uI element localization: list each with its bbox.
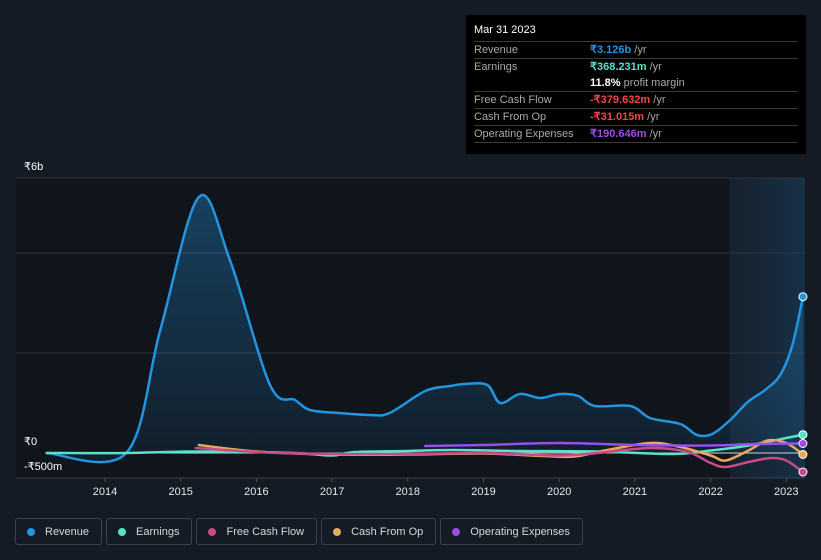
legend: Revenue Earnings Free Cash Flow Cash From O… bbox=[15, 518, 583, 545]
tooltip-value-unit: /yr bbox=[650, 94, 666, 106]
x-tick-label: 2022 bbox=[698, 486, 722, 498]
tooltip-value-unit: /yr bbox=[631, 44, 647, 56]
x-tick-label: 2020 bbox=[547, 486, 571, 498]
tooltip-value-number: 11.8% bbox=[590, 77, 621, 89]
tooltip-row-value: ₹190.646m /yr bbox=[590, 126, 662, 142]
legend-label: Cash From Op bbox=[351, 525, 424, 538]
tooltip-row-label: Earnings bbox=[474, 61, 518, 73]
tooltip-row: Cash From Op -₹31.015m /yr bbox=[474, 109, 798, 126]
legend-dot-icon bbox=[27, 527, 35, 536]
tooltip-row: 11.8% profit margin bbox=[474, 75, 798, 92]
cash-from-op-endpoint-marker bbox=[798, 450, 808, 459]
tooltip-row: Operating Expenses ₹190.646m /yr bbox=[474, 126, 798, 143]
legend-label: Revenue bbox=[45, 525, 90, 538]
tooltip-row-label: Cash From Op bbox=[474, 111, 547, 123]
tooltip-row-value: -₹379.632m /yr bbox=[590, 92, 666, 108]
legend-item-operating-expenses[interactable]: Operating Expenses bbox=[440, 518, 583, 545]
tooltip-value-number: ₹190.646m bbox=[590, 128, 647, 140]
y-label-bottom: -₹500m bbox=[24, 461, 62, 473]
legend-dot-icon bbox=[333, 527, 342, 536]
earnings-endpoint-marker bbox=[798, 430, 808, 440]
tooltip-value-number: ₹368.231m bbox=[590, 61, 647, 73]
tooltip-value-unit: /yr bbox=[644, 111, 660, 123]
tooltip-value-number: -₹31.015m bbox=[590, 111, 645, 123]
legend-item-cash-from-op[interactable]: Cash From Op bbox=[321, 518, 437, 545]
y-label-top: ₹6b bbox=[24, 161, 43, 173]
tooltip-row-label: Revenue bbox=[474, 44, 519, 56]
x-tick-label: 2015 bbox=[168, 486, 192, 498]
tooltip-value-number: -₹379.632m bbox=[590, 94, 651, 106]
tooltip-row: Free Cash Flow -₹379.632m /yr bbox=[474, 92, 798, 109]
tooltip-row-value: ₹368.231m /yr bbox=[590, 59, 662, 75]
x-tick-label: 2016 bbox=[244, 486, 268, 498]
legend-dot-icon bbox=[118, 527, 127, 536]
x-tick-label: 2017 bbox=[320, 486, 344, 498]
legend-item-free-cash-flow[interactable]: Free Cash Flow bbox=[196, 518, 318, 545]
tooltip-row-value: 11.8% profit margin bbox=[590, 75, 685, 91]
free-cash-flow-endpoint-marker bbox=[798, 467, 808, 477]
tooltip-row: Earnings ₹368.231m /yr bbox=[474, 59, 798, 75]
legend-label: Free Cash Flow bbox=[226, 525, 305, 538]
legend-label: Operating Expenses bbox=[470, 525, 570, 538]
x-tick-label: 2021 bbox=[623, 486, 647, 498]
tooltip-row-value: -₹31.015m /yr bbox=[590, 109, 659, 125]
tooltip-row: Revenue ₹3.126b /yr bbox=[474, 42, 798, 59]
tooltip-value-number: ₹3.126b bbox=[590, 44, 632, 56]
x-tick-label: 2018 bbox=[396, 486, 420, 498]
legend-label: Earnings bbox=[136, 525, 180, 538]
tooltip-row-label: Free Cash Flow bbox=[474, 94, 552, 106]
x-tick-label: 2019 bbox=[471, 486, 495, 498]
x-tick-label: 2014 bbox=[93, 486, 117, 498]
tooltip-row-label bbox=[474, 75, 590, 91]
tooltip-row-value: ₹3.126b /yr bbox=[590, 42, 647, 58]
legend-dot-icon bbox=[452, 527, 461, 536]
y-label-zero: ₹0 bbox=[24, 436, 37, 448]
operating-expenses-endpoint-marker bbox=[798, 439, 808, 448]
tooltip-value-unit: /yr bbox=[646, 61, 662, 73]
tooltip-value-unit: /yr bbox=[646, 128, 662, 140]
tooltip-value-unit: profit margin bbox=[620, 77, 685, 89]
legend-item-revenue[interactable]: Revenue bbox=[15, 518, 103, 545]
x-tick-label: 2023 bbox=[774, 486, 798, 498]
tooltip-row-label: Operating Expenses bbox=[474, 128, 574, 140]
revenue-endpoint-marker bbox=[798, 292, 808, 302]
tooltip-date: Mar 31 2023 bbox=[474, 21, 798, 42]
legend-item-earnings[interactable]: Earnings bbox=[106, 518, 193, 545]
tooltip: Mar 31 2023 Revenue ₹3.126b /yr Earnings ₹3… bbox=[466, 15, 806, 154]
legend-dot-icon bbox=[208, 527, 217, 536]
